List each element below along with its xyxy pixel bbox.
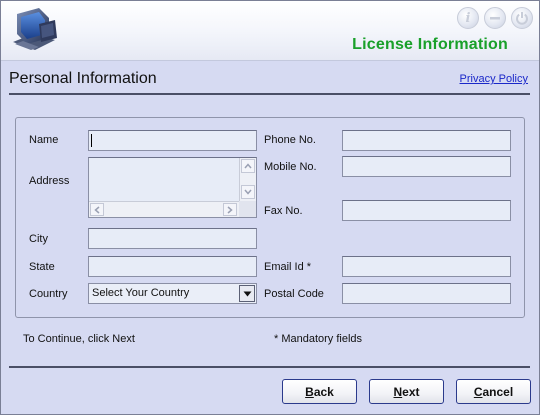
city-field[interactable] — [88, 228, 257, 249]
chevron-up-icon — [244, 163, 252, 169]
email-label: Email Id * — [264, 261, 312, 273]
mandatory-note: * Mandatory fields — [274, 333, 363, 345]
back-mnemonic: B — [305, 384, 314, 399]
phone-field[interactable] — [342, 130, 511, 151]
scrollbar-corner — [239, 201, 256, 217]
chevron-left-icon — [94, 205, 100, 214]
continue-note: To Continue, click Next — [23, 333, 135, 345]
address-label: Address — [29, 175, 70, 187]
mobile-field[interactable] — [342, 156, 511, 177]
next-button[interactable]: Next — [369, 379, 444, 404]
country-select-value: Select Your Country — [92, 287, 190, 299]
next-label-rest: ext — [402, 384, 420, 399]
header-bar: i License Information — [1, 1, 539, 61]
back-label-rest: ack — [313, 384, 334, 399]
city-label: City — [29, 233, 48, 245]
power-icon — [516, 12, 528, 25]
country-label: Country — [29, 288, 68, 300]
postal-code-label: Postal Code — [264, 288, 324, 300]
minimize-icon — [490, 17, 500, 20]
cancel-button[interactable]: Cancel — [456, 379, 531, 404]
postal-code-field[interactable] — [342, 283, 511, 304]
privacy-policy-link[interactable]: Privacy Policy — [460, 73, 528, 85]
chevron-right-icon — [227, 205, 233, 214]
fax-label: Fax No. — [264, 205, 303, 217]
section-title: Personal Information — [9, 70, 157, 87]
fax-field[interactable] — [342, 200, 511, 221]
country-select[interactable]: Select Your Country — [88, 283, 257, 304]
text-caret — [91, 134, 92, 147]
address-field[interactable] — [88, 157, 257, 218]
scroll-down-button[interactable] — [241, 185, 255, 199]
info-icon: i — [465, 10, 471, 26]
scroll-left-button[interactable] — [90, 203, 104, 216]
divider — [9, 93, 530, 95]
email-field[interactable] — [342, 256, 511, 277]
phone-label: Phone No. — [264, 134, 316, 146]
scroll-right-button[interactable] — [223, 203, 237, 216]
minimize-button[interactable] — [484, 7, 506, 29]
country-dropdown-button[interactable] — [239, 285, 255, 302]
back-button[interactable]: Back — [282, 379, 357, 404]
mobile-label: Mobile No. — [264, 161, 317, 173]
dropdown-arrow-icon — [243, 291, 251, 296]
state-label: State — [29, 261, 55, 273]
cancel-label-rest: ancel — [482, 384, 514, 399]
next-mnemonic: N — [393, 384, 403, 399]
name-label: Name — [29, 134, 59, 146]
info-button[interactable]: i — [457, 7, 479, 29]
name-field[interactable] — [88, 130, 257, 151]
cancel-mnemonic: C — [473, 384, 483, 399]
computer-logo-icon — [9, 4, 59, 54]
horizontal-scrollbar[interactable] — [89, 201, 239, 217]
footer-divider — [9, 366, 530, 368]
state-field[interactable] — [88, 256, 257, 277]
vertical-scrollbar[interactable] — [239, 158, 256, 202]
power-button[interactable] — [511, 7, 533, 29]
chevron-down-icon — [244, 189, 252, 195]
scroll-up-button[interactable] — [241, 159, 255, 173]
app-title: License Information — [352, 36, 508, 53]
